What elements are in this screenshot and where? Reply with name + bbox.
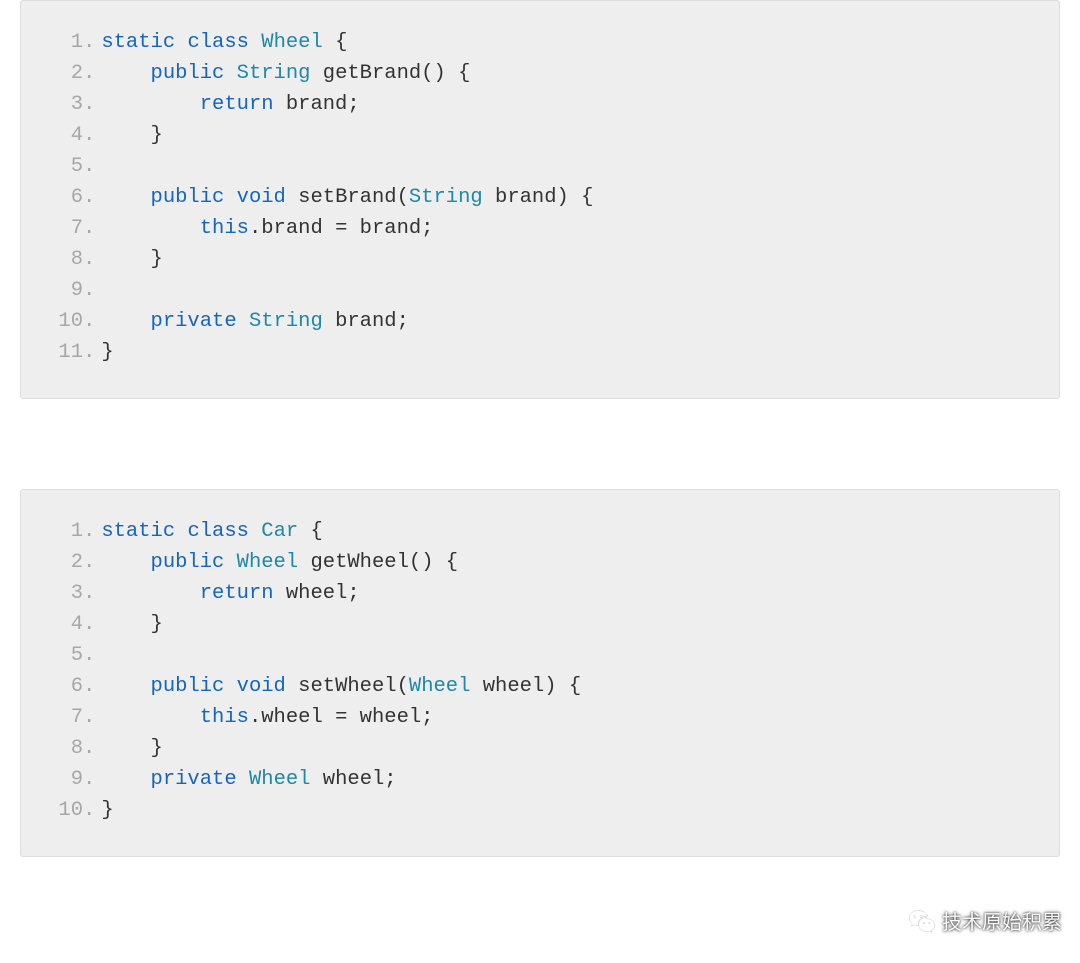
- code-line: 3. return wheel;: [43, 578, 1037, 609]
- line-number: 9: [43, 275, 83, 306]
- wechat-icon: [908, 907, 936, 935]
- code-content: public String getBrand() {: [101, 58, 470, 89]
- code-content: static class Car {: [101, 516, 322, 547]
- line-number-dot: .: [83, 182, 101, 213]
- code-content: return brand;: [101, 89, 359, 120]
- code-block-wheel: 1.static class Wheel {2. public String g…: [20, 0, 1060, 399]
- line-number: 4: [43, 120, 83, 151]
- code-line: 1.static class Car {: [43, 516, 1037, 547]
- line-number: 3: [43, 89, 83, 120]
- line-number: 11: [43, 337, 83, 368]
- line-number: 10: [43, 795, 83, 826]
- code-line: 5.: [43, 151, 1037, 182]
- code-line: 10. private String brand;: [43, 306, 1037, 337]
- code-line: 1.static class Wheel {: [43, 27, 1037, 58]
- line-number-dot: .: [83, 547, 101, 578]
- line-number-dot: .: [83, 306, 101, 337]
- line-number: 10: [43, 306, 83, 337]
- code-line: 2. public Wheel getWheel() {: [43, 547, 1037, 578]
- line-number-dot: .: [83, 337, 101, 368]
- line-number: 7: [43, 213, 83, 244]
- line-number: 8: [43, 244, 83, 275]
- line-number-dot: .: [83, 516, 101, 547]
- line-number-dot: .: [83, 609, 101, 640]
- line-number-dot: .: [83, 120, 101, 151]
- code-content: }: [101, 733, 163, 764]
- code-content: }: [101, 120, 163, 151]
- code-line: 2. public String getBrand() {: [43, 58, 1037, 89]
- code-content: static class Wheel {: [101, 27, 347, 58]
- line-number: 6: [43, 182, 83, 213]
- line-number: 8: [43, 733, 83, 764]
- line-number: 2: [43, 58, 83, 89]
- code-content: private Wheel wheel;: [101, 764, 396, 795]
- code-line: 11.}: [43, 337, 1037, 368]
- code-line: 7. this.wheel = wheel;: [43, 702, 1037, 733]
- code-content: }: [101, 337, 113, 368]
- line-number-dot: .: [83, 733, 101, 764]
- line-number: 5: [43, 151, 83, 182]
- code-block-car: 1.static class Car {2. public Wheel getW…: [20, 489, 1060, 857]
- code-content: }: [101, 244, 163, 275]
- line-number: 6: [43, 671, 83, 702]
- line-number: 1: [43, 516, 83, 547]
- line-number: 1: [43, 27, 83, 58]
- code-content: }: [101, 609, 163, 640]
- code-line: 8. }: [43, 733, 1037, 764]
- line-number: 7: [43, 702, 83, 733]
- code-content: private String brand;: [101, 306, 409, 337]
- code-line: 4. }: [43, 609, 1037, 640]
- code-line: 4. }: [43, 120, 1037, 151]
- line-number-dot: .: [83, 795, 101, 826]
- line-number: 2: [43, 547, 83, 578]
- page: 1.static class Wheel {2. public String g…: [0, 0, 1080, 857]
- line-number-dot: .: [83, 244, 101, 275]
- code-line: 6. public void setBrand(String brand) {: [43, 182, 1037, 213]
- code-content: return wheel;: [101, 578, 359, 609]
- code-content: this.wheel = wheel;: [101, 702, 433, 733]
- line-number: 5: [43, 640, 83, 671]
- line-number-dot: .: [83, 89, 101, 120]
- line-number: 4: [43, 609, 83, 640]
- line-number-dot: .: [83, 151, 101, 182]
- line-number-dot: .: [83, 27, 101, 58]
- line-number-dot: .: [83, 702, 101, 733]
- code-line: 3. return brand;: [43, 89, 1037, 120]
- line-number-dot: .: [83, 764, 101, 795]
- code-line: 6. public void setWheel(Wheel wheel) {: [43, 671, 1037, 702]
- code-line: 5.: [43, 640, 1037, 671]
- code-content: this.brand = brand;: [101, 213, 433, 244]
- code-content: public void setWheel(Wheel wheel) {: [101, 671, 581, 702]
- code-line: 7. this.brand = brand;: [43, 213, 1037, 244]
- line-number: 3: [43, 578, 83, 609]
- line-number-dot: .: [83, 58, 101, 89]
- code-line: 10.}: [43, 795, 1037, 826]
- watermark-text: 技术原始积累: [942, 906, 1062, 935]
- watermark: 技术原始积累: [908, 906, 1062, 935]
- line-number-dot: .: [83, 213, 101, 244]
- line-number: 9: [43, 764, 83, 795]
- line-number-dot: .: [83, 640, 101, 671]
- code-line: 9. private Wheel wheel;: [43, 764, 1037, 795]
- code-line: 8. }: [43, 244, 1037, 275]
- line-number-dot: .: [83, 275, 101, 306]
- code-content: public Wheel getWheel() {: [101, 547, 458, 578]
- line-number-dot: .: [83, 578, 101, 609]
- line-number-dot: .: [83, 671, 101, 702]
- code-line: 9.: [43, 275, 1037, 306]
- code-content: public void setBrand(String brand) {: [101, 182, 593, 213]
- code-content: }: [101, 795, 113, 826]
